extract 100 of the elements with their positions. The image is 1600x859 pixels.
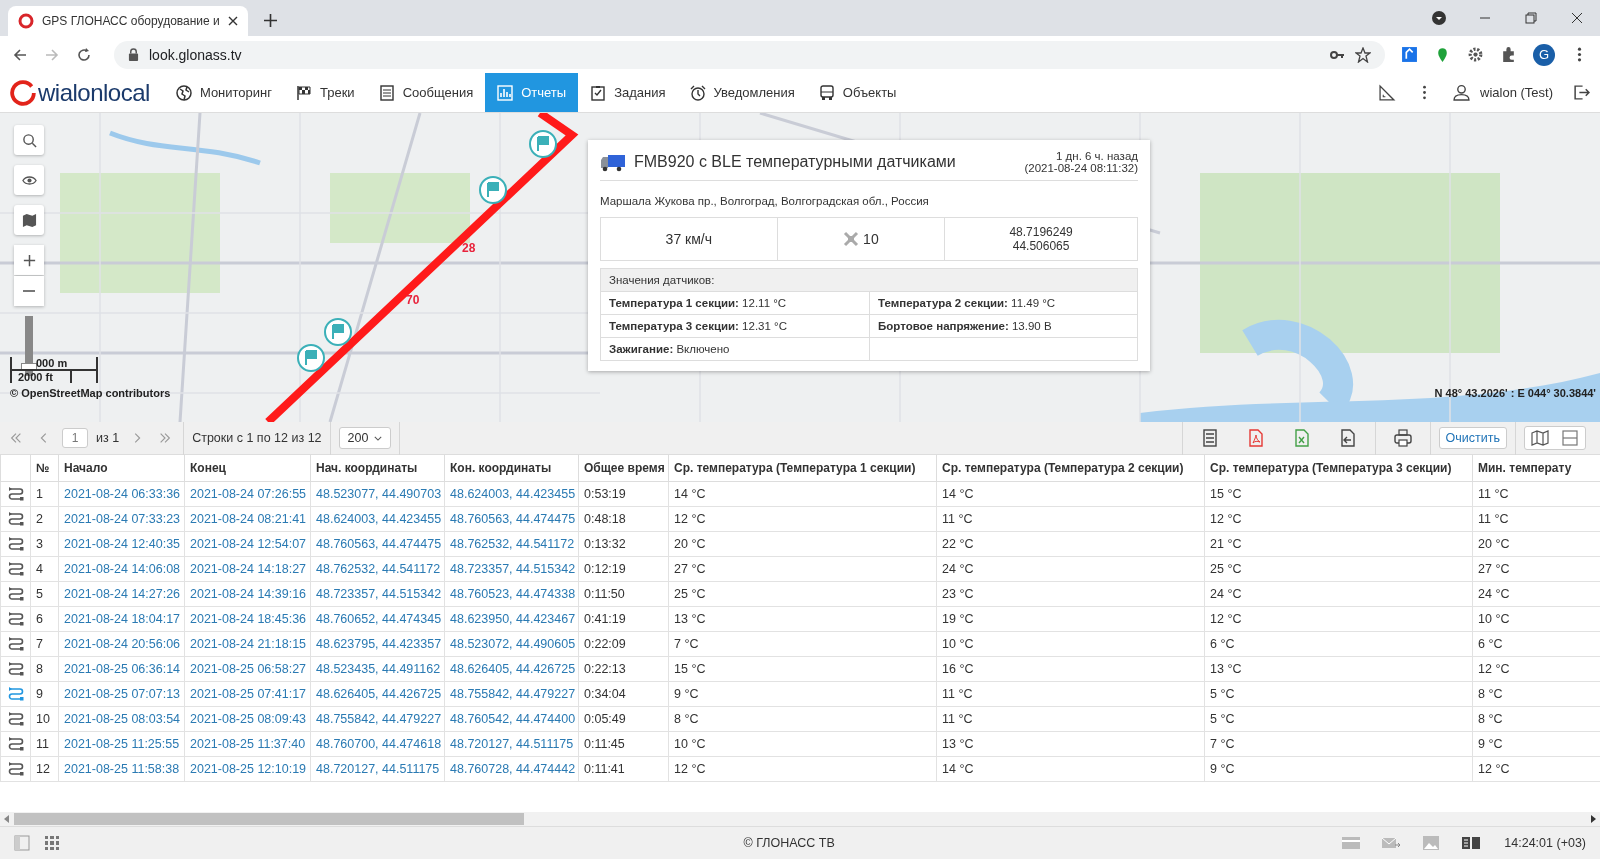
table-link[interactable]: 48.762532, 44.541172 [310,556,445,582]
horizontal-scrollbar[interactable] [0,812,1600,826]
excel-file-icon[interactable] [1292,429,1311,447]
table-link[interactable]: 2021-08-25 07:07:13 [58,681,185,707]
table-link[interactable]: 2021-08-24 07:33:23 [58,506,185,532]
column-header[interactable]: Мин. температу [1472,455,1600,482]
nav-tab[interactable]: Треки [284,73,367,112]
logout-icon[interactable] [1573,84,1590,101]
table-link[interactable]: 48.755842, 44.479227 [310,706,445,732]
zoom-out-button[interactable] [14,276,44,306]
search-button[interactable] [14,125,44,155]
table-link[interactable]: 48.755842, 44.479227 [444,681,579,707]
table-link[interactable]: 2021-08-25 08:03:54 [58,706,185,732]
scroll-right-icon[interactable] [1590,815,1596,823]
table-link[interactable]: 2021-08-24 07:26:55 [184,481,311,507]
panels-icon[interactable] [1461,835,1482,851]
track-toggle-icon[interactable] [7,686,24,702]
map-layers-button[interactable] [14,205,44,235]
column-header[interactable]: Начало [58,455,185,482]
nav-tab[interactable]: Отчеты [485,73,579,112]
table-link[interactable]: 2021-08-25 11:37:40 [184,731,311,757]
table-link[interactable]: 48.760523, 44.474338 [444,581,579,607]
zoom-slider-thumb[interactable] [21,362,37,371]
table-link[interactable]: 2021-08-25 12:10:19 [184,756,311,782]
column-header[interactable]: Общее время [578,455,669,482]
track-toggle-icon[interactable] [7,711,24,727]
page-size-select[interactable]: 200 [338,427,392,449]
table-link[interactable]: 2021-08-25 07:41:17 [184,681,311,707]
profile-avatar[interactable]: G [1533,43,1555,66]
zoom-in-button[interactable] [14,245,44,275]
track-toggle-icon[interactable] [7,486,24,502]
track-toggle-icon[interactable] [7,736,24,752]
table-link[interactable]: 48.762532, 44.541172 [444,531,579,557]
table-link[interactable]: 48.760652, 44.474345 [310,606,445,632]
extension-icon[interactable] [1401,46,1418,63]
page-input[interactable]: 1 [62,428,88,448]
grid-icon[interactable] [44,835,60,851]
table-link[interactable]: 2021-08-24 14:39:16 [184,581,311,607]
table-link[interactable]: 2021-08-24 18:04:17 [58,606,185,632]
table-link[interactable]: 48.760542, 44.474400 [444,706,579,732]
table-link[interactable]: 48.760728, 44.474442 [444,756,579,782]
column-header[interactable]: Кон. координаты [444,455,579,482]
column-header[interactable]: Ср. температура (Температура 3 секции) [1204,455,1473,482]
track-toggle-icon[interactable] [7,561,24,577]
track-toggle-icon[interactable] [7,586,24,602]
table-link[interactable]: 48.623795, 44.423357 [310,631,445,657]
table-link[interactable]: 48.626405, 44.426725 [444,656,579,682]
flag-marker-icon[interactable] [478,175,508,205]
nav-tab[interactable]: Уведомления [677,73,807,112]
table-link[interactable]: 48.760563, 44.474475 [444,506,579,532]
puzzle-icon[interactable] [1500,46,1517,63]
track-toggle-icon[interactable] [7,761,24,777]
ruler-icon[interactable] [1379,84,1397,101]
table-link[interactable]: 48.523435, 44.491162 [310,656,445,682]
flag-marker-icon[interactable] [323,317,353,347]
table-link[interactable]: 48.523077, 44.490703 [310,481,445,507]
nav-tab[interactable]: Мониторинг [163,73,284,112]
table-link[interactable]: 2021-08-24 06:33:36 [58,481,185,507]
flag-marker-icon[interactable] [296,343,326,373]
table-link[interactable]: 2021-08-24 18:45:36 [184,606,311,632]
import-file-icon[interactable] [1338,429,1357,447]
user-name[interactable]: wialon (Test) [1480,85,1553,100]
reload-icon[interactable] [76,46,92,63]
column-header[interactable]: Нач. координаты [310,455,445,482]
table-link[interactable]: 2021-08-25 11:58:38 [58,756,185,782]
pdf-file-icon[interactable] [1246,429,1265,447]
close-icon[interactable] [228,16,238,26]
nav-tab[interactable]: Объекты [806,73,909,112]
table-link[interactable]: 2021-08-25 06:36:14 [58,656,185,682]
column-header[interactable]: Ср. температура (Температура 1 секции) [668,455,937,482]
table-link[interactable]: 2021-08-24 20:56:06 [58,631,185,657]
nav-tab[interactable]: Задания [578,73,678,112]
table-link[interactable]: 2021-08-24 14:06:08 [58,556,185,582]
table-link[interactable]: 48.626405, 44.426725 [310,681,445,707]
table-link[interactable]: 48.624003, 44.423455 [444,481,579,507]
table-link[interactable]: 48.523072, 44.490605 [444,631,579,657]
table-link[interactable]: 2021-08-25 08:09:43 [184,706,311,732]
gear-icon[interactable] [1467,46,1484,63]
app-logo-text[interactable]: wialonlocal [38,78,150,107]
sidebar-toggle-icon[interactable] [14,835,30,851]
column-header[interactable]: № [30,455,59,482]
user-icon[interactable] [1453,84,1471,101]
eye-button[interactable] [14,165,44,195]
table-link[interactable]: 2021-08-24 14:18:27 [184,556,311,582]
document-icon[interactable] [1200,429,1219,447]
track-toggle-icon[interactable] [7,611,24,627]
clear-button[interactable]: Очистить [1438,427,1507,449]
track-toggle-icon[interactable] [7,661,24,677]
table-link[interactable]: 48.760563, 44.474475 [310,531,445,557]
table-link[interactable]: 2021-08-24 08:21:41 [184,506,311,532]
table-link[interactable]: 48.623950, 44.423467 [444,606,579,632]
track-toggle-icon[interactable] [7,536,24,552]
nav-tab[interactable]: Сообщения [366,73,486,112]
close-icon[interactable] [1569,10,1585,26]
table-link[interactable]: 48.720127, 44.511175 [310,756,445,782]
restore-icon[interactable] [1523,10,1539,26]
map-placeholder[interactable] [0,113,1600,422]
printer-icon[interactable] [1393,429,1412,447]
table-link[interactable]: 2021-08-24 12:40:35 [58,531,185,557]
table-link[interactable]: 2021-08-25 11:25:55 [58,731,185,757]
